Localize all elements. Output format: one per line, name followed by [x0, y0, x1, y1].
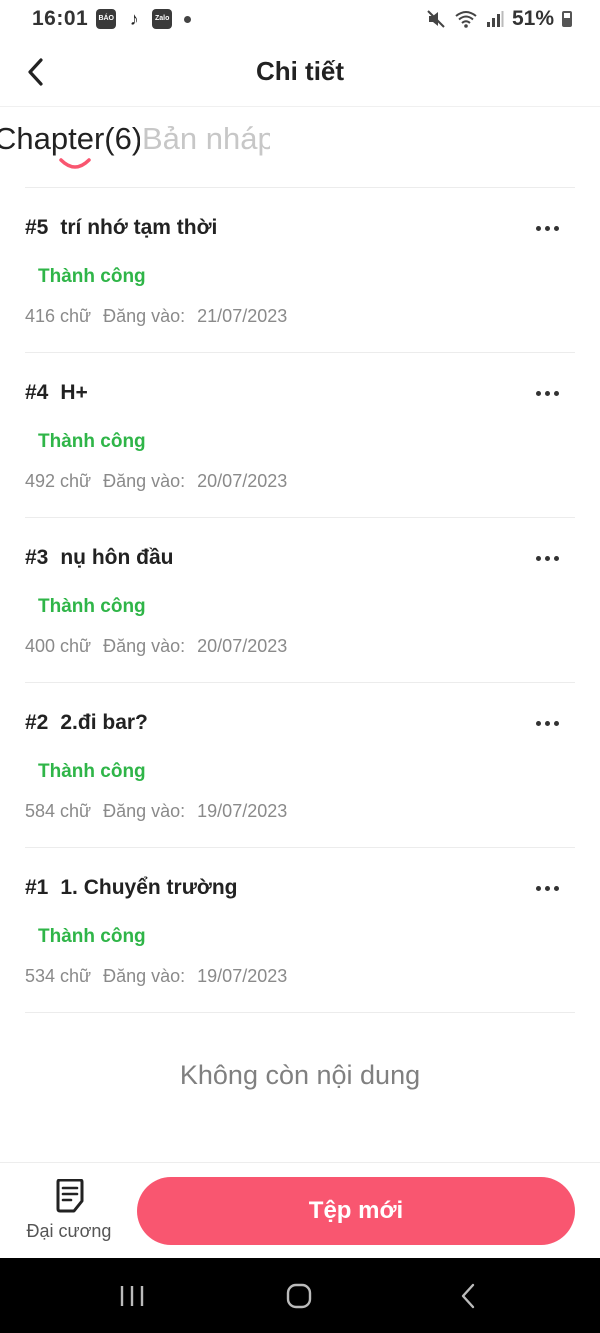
word-count: 534 chữ	[25, 966, 92, 986]
chapter-status: Thành công	[38, 266, 146, 287]
chevron-left-icon	[461, 1283, 475, 1308]
posted-date: 21/07/2023	[197, 306, 288, 326]
posted-date: 19/07/2023	[197, 801, 288, 821]
chapter-meta: 492 chữ Đăng vào: 20/07/2023	[25, 471, 287, 492]
chapter-title-row: #3 nụ hôn đầu	[25, 546, 174, 570]
mute-icon	[426, 9, 446, 29]
more-dot-icon	[544, 390, 550, 396]
posted-label: Đăng vào:	[103, 636, 186, 656]
more-dot-icon	[544, 225, 550, 231]
zalo-icon: Zalo	[152, 9, 173, 29]
more-dot-icon	[544, 885, 550, 891]
more-dot-icon	[535, 225, 541, 231]
chapter-title-row: #1 1. Chuyển trường	[25, 876, 238, 900]
posted-label: Đăng vào:	[103, 471, 186, 491]
chapter-item[interactable]: #4 H+ Thành công 492 chữ Đăng vào: 20/07/20…	[25, 353, 575, 518]
more-dot-icon	[553, 390, 559, 396]
more-dot-icon	[535, 555, 541, 561]
outline-label: Đại cương	[26, 1221, 112, 1241]
recents-button[interactable]	[92, 1258, 172, 1333]
system-nav-bar	[0, 1258, 600, 1333]
more-options-button[interactable]	[529, 874, 565, 902]
chapter-number: #1	[25, 876, 49, 899]
chapter-number: #3	[25, 546, 49, 569]
word-count: 416 chữ	[25, 306, 92, 326]
document-icon	[56, 1179, 84, 1213]
battery-percent: 51%	[511, 7, 554, 30]
chapter-meta: 534 chữ Đăng vào: 19/07/2023	[25, 966, 287, 987]
chapter-title-row: #4 H+	[25, 381, 88, 405]
chapter-title-row: #5 trí nhớ tạm thời	[25, 216, 217, 240]
more-options-button[interactable]	[529, 214, 565, 242]
signal-icon	[486, 10, 504, 28]
status-time: 16:01	[32, 7, 89, 30]
tab-chapter[interactable]: Chapter(6)	[0, 121, 140, 157]
home-icon	[286, 1283, 312, 1308]
word-count: 584 chữ	[25, 801, 92, 821]
posted-label: Đăng vào:	[103, 801, 186, 821]
chapter-title: 2.đi bar?	[60, 711, 148, 734]
chapter-meta: 416 chữ Đăng vào: 21/07/2023	[25, 306, 287, 327]
system-back-button[interactable]	[428, 1258, 508, 1333]
new-file-button[interactable]: Tệp mới	[137, 1177, 575, 1245]
more-options-button[interactable]	[529, 709, 565, 737]
more-dot-icon	[553, 720, 559, 726]
chapter-title-row: #2 2.đi bar?	[25, 711, 148, 735]
end-of-list-text: Không còn nội dung	[179, 1060, 421, 1090]
chapter-title: 1. Chuyển trường	[60, 876, 238, 899]
chapter-title: H+	[60, 381, 88, 404]
battery-icon	[562, 11, 572, 27]
tab-bar: Chapter(6) Bản nháp	[0, 107, 600, 187]
posted-date: 20/07/2023	[197, 636, 288, 656]
bottom-action-bar: Đại cương Tệp mới	[0, 1162, 600, 1259]
more-dot-icon	[544, 720, 550, 726]
more-dot-icon	[553, 885, 559, 891]
posted-date: 19/07/2023	[197, 966, 288, 986]
tab-active-indicator	[59, 158, 91, 169]
chapter-status: Thành công	[38, 596, 146, 617]
chapter-number: #5	[25, 216, 49, 239]
chapter-title: trí nhớ tạm thời	[60, 216, 218, 239]
home-button[interactable]	[259, 1258, 339, 1333]
chapter-number: #4	[25, 381, 49, 404]
word-count: 492 chữ	[25, 471, 92, 491]
chapter-item[interactable]: #1 1. Chuyển trường Thành công 534 chữ Đăn…	[25, 848, 575, 1013]
chapter-status: Thành công	[38, 431, 146, 452]
more-options-button[interactable]	[529, 379, 565, 407]
word-count: 400 chữ	[25, 636, 92, 656]
more-dot-icon	[535, 720, 541, 726]
chapter-item[interactable]: #5 trí nhớ tạm thời Thành công 416 chữ Đăn…	[25, 188, 575, 353]
status-bar-right: 51%	[426, 7, 572, 31]
chapter-meta: 584 chữ Đăng vào: 19/07/2023	[25, 801, 287, 822]
chapter-item[interactable]: #2 2.đi bar? Thành công 584 chữ Đăng vào: 1…	[25, 683, 575, 848]
more-options-button[interactable]	[529, 544, 565, 572]
notification-dot-icon	[184, 15, 192, 23]
chapter-list: #5 trí nhớ tạm thời Thành công 416 chữ Đăn…	[25, 188, 575, 1013]
posted-date: 20/07/2023	[197, 471, 288, 491]
posted-label: Đăng vào:	[103, 966, 186, 986]
tab-drafts[interactable]: Bản nháp	[142, 121, 270, 157]
more-dot-icon	[544, 555, 550, 561]
bao-moi-icon: BÁO MỚI	[96, 9, 117, 29]
top-nav: Chi tiết	[0, 38, 600, 107]
posted-label: Đăng vào:	[103, 306, 186, 326]
more-dot-icon	[535, 885, 541, 891]
more-dot-icon	[535, 390, 541, 396]
wifi-icon	[454, 9, 478, 29]
chapter-meta: 400 chữ Đăng vào: 20/07/2023	[25, 636, 287, 657]
status-bar-left: 16:01 BÁO MỚI ♪ Zalo	[32, 7, 192, 31]
chapter-item[interactable]: #3 nụ hôn đầu Thành công 400 chữ Đăng vào:…	[25, 518, 575, 683]
tiktok-icon: ♪	[129, 9, 139, 29]
chapter-title: nụ hôn đầu	[60, 546, 174, 569]
chapter-number: #2	[25, 711, 49, 734]
more-dot-icon	[553, 225, 559, 231]
chapter-status: Thành công	[38, 926, 146, 947]
status-bar: 16:01 BÁO MỚI ♪ Zalo	[0, 0, 600, 38]
outline-button[interactable]: Đại cương	[18, 1177, 120, 1247]
page-title: Chi tiết	[255, 56, 345, 86]
recents-icon	[120, 1285, 144, 1306]
chapter-status: Thành công	[38, 761, 146, 782]
more-dot-icon	[553, 555, 559, 561]
